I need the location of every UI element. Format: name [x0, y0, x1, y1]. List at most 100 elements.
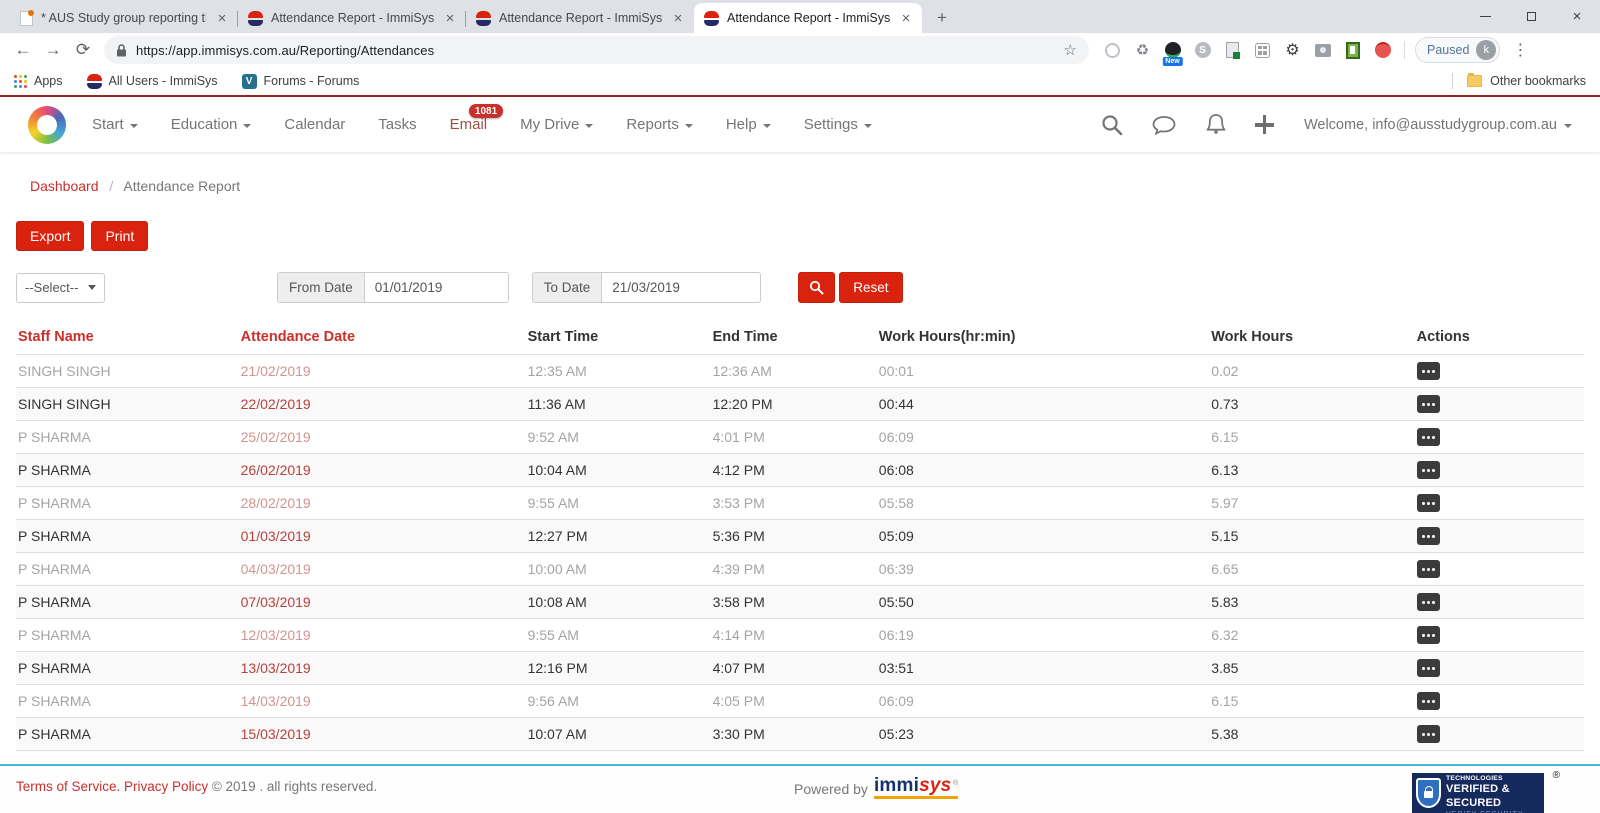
row-actions-button[interactable]	[1417, 593, 1440, 611]
attendance-date-cell: 04/03/2019	[239, 553, 526, 586]
document-favicon-icon	[20, 11, 33, 26]
welcome-label: Welcome, info@ausstudygroup.com.au	[1304, 117, 1557, 133]
bookmark-forums[interactable]: V Forums - Forums	[242, 74, 360, 89]
back-button[interactable]: ←	[8, 35, 38, 65]
adblock-extension-icon[interactable]: New	[1163, 41, 1182, 60]
footer-legal: Terms of Service. Privacy Policy © 2019 …	[16, 779, 377, 794]
work-hours-hm-cell: 06:08	[877, 454, 1209, 487]
nav-my-drive[interactable]: My Drive	[520, 116, 593, 133]
close-tab-icon[interactable]: ×	[442, 10, 458, 27]
col-attendance-date[interactable]: Attendance Date	[239, 321, 526, 355]
row-actions-button[interactable]	[1417, 725, 1440, 743]
terms-link[interactable]: Terms of Service.	[16, 779, 120, 794]
row-actions-button[interactable]	[1417, 527, 1440, 545]
ellipsis-icon	[1427, 634, 1430, 637]
ellipsis-icon	[1427, 502, 1430, 505]
address-bar[interactable]: https://app.immisys.com.au/Reporting/Att…	[104, 36, 1089, 64]
shield-lock-icon	[1416, 778, 1441, 808]
bookmark-all-users[interactable]: All Users - ImmiSys	[87, 74, 218, 89]
search-button[interactable]	[798, 272, 835, 303]
row-actions-button[interactable]	[1417, 560, 1440, 578]
chrome-menu-icon[interactable]: ⋮	[1508, 40, 1532, 60]
gear-extension-icon[interactable]: ⚙	[1283, 41, 1302, 60]
nav-education[interactable]: Education	[171, 116, 252, 133]
col-staff-name[interactable]: Staff Name	[16, 321, 239, 355]
profile-sync-paused-button[interactable]: Paused k	[1415, 37, 1500, 63]
row-actions-button[interactable]	[1417, 692, 1440, 710]
end-time-cell: 12:20 PM	[711, 388, 877, 421]
close-tab-icon[interactable]: ×	[214, 10, 230, 27]
tab-title: Attendance Report - ImmiSys	[727, 11, 890, 25]
from-date-input[interactable]	[364, 272, 509, 303]
minimize-button[interactable]	[1462, 0, 1508, 33]
starfield-security-badge[interactable]: STARFIELD TECHNOLOGIES VERIFIED & SECURE…	[1412, 773, 1544, 813]
new-tab-button[interactable]: +	[928, 4, 956, 32]
browser-tab-1[interactable]: * AUS Study group reporting tha ×	[10, 3, 238, 33]
end-time-cell: 4:05 PM	[711, 685, 877, 718]
nav-settings[interactable]: Settings	[804, 116, 872, 133]
staff-select-dropdown[interactable]: --Select--	[16, 273, 105, 303]
reload-button[interactable]: ⟳	[68, 35, 98, 65]
chat-icon[interactable]	[1151, 113, 1177, 137]
nav-help[interactable]: Help	[726, 116, 771, 133]
start-time-cell: 12:16 PM	[526, 652, 711, 685]
aus-study-group-logo[interactable]	[28, 106, 66, 144]
row-actions-button[interactable]	[1417, 461, 1440, 479]
breadcrumb-dashboard-link[interactable]: Dashboard	[30, 178, 99, 194]
start-time-cell: 10:08 AM	[526, 586, 711, 619]
attendance-table-body: SINGH SINGH 21/02/2019 12:35 AM 12:36 AM…	[16, 355, 1584, 751]
s-extension-icon[interactable]: S	[1193, 41, 1212, 60]
browser-tab-3[interactable]: Attendance Report - ImmiSys ×	[466, 3, 694, 33]
attendance-date-cell: 28/02/2019	[239, 487, 526, 520]
col-actions: Actions	[1415, 321, 1584, 355]
recycle-extension-icon[interactable]: ♻	[1133, 41, 1152, 60]
close-window-button[interactable]: ×	[1554, 0, 1600, 33]
forward-button[interactable]: →	[38, 35, 68, 65]
attendance-date-cell: 22/02/2019	[239, 388, 526, 421]
camera-extension-icon[interactable]	[1313, 41, 1332, 60]
row-actions-button[interactable]	[1417, 494, 1440, 512]
export-button[interactable]: Export	[16, 221, 84, 251]
nav-email[interactable]: Email 1081	[450, 116, 488, 133]
work-hours-hm-cell: 06:19	[877, 619, 1209, 652]
print-button[interactable]: Print	[91, 221, 148, 251]
grid-extension-icon[interactable]	[1253, 41, 1272, 60]
nav-reports[interactable]: Reports	[626, 116, 693, 133]
row-actions-button[interactable]	[1417, 362, 1440, 380]
row-actions-button[interactable]	[1417, 395, 1440, 413]
apps-shortcut[interactable]: Apps	[14, 74, 63, 88]
row-actions-button[interactable]	[1417, 626, 1440, 644]
search-icon[interactable]	[1100, 113, 1124, 137]
url-text[interactable]: https://app.immisys.com.au/Reporting/Att…	[136, 43, 434, 58]
restore-button[interactable]	[1508, 0, 1554, 33]
browser-tab-2[interactable]: Attendance Report - ImmiSys ×	[238, 3, 466, 33]
green-panel-extension-icon[interactable]	[1343, 41, 1362, 60]
row-actions-button[interactable]	[1417, 659, 1440, 677]
reset-button[interactable]: Reset	[839, 272, 902, 303]
work-hours-hm-cell: 06:09	[877, 421, 1209, 454]
bell-icon[interactable]	[1204, 112, 1228, 138]
other-bookmarks-button[interactable]: Other bookmarks	[1452, 73, 1586, 89]
browser-tab-4-active[interactable]: Attendance Report - ImmiSys ×	[694, 3, 922, 33]
close-tab-icon[interactable]: ×	[670, 10, 686, 27]
work-hours-cell: 5.15	[1209, 520, 1414, 553]
add-icon[interactable]	[1255, 115, 1274, 134]
document-extension-icon[interactable]	[1223, 41, 1242, 60]
attendance-date-cell: 25/02/2019	[239, 421, 526, 454]
nav-tasks[interactable]: Tasks	[378, 116, 416, 133]
privacy-link[interactable]: Privacy Policy	[124, 779, 208, 794]
work-hours-hm-cell: 05:09	[877, 520, 1209, 553]
row-actions-button[interactable]	[1417, 428, 1440, 446]
nav-calendar[interactable]: Calendar	[284, 116, 345, 133]
grey-circle-extension-icon[interactable]	[1103, 41, 1122, 60]
work-hours-cell: 6.32	[1209, 619, 1414, 652]
close-tab-icon[interactable]: ×	[898, 10, 914, 27]
immisys-logo[interactable]: immisys®	[874, 776, 958, 799]
ellipsis-icon	[1427, 436, 1430, 439]
bookmark-star-icon[interactable]: ☆	[1064, 41, 1077, 59]
end-time-cell: 4:01 PM	[711, 421, 877, 454]
user-menu[interactable]: Welcome, info@ausstudygroup.com.au	[1304, 117, 1572, 133]
to-date-input[interactable]	[601, 272, 761, 303]
nav-start[interactable]: Start	[92, 116, 138, 133]
orange-ball-extension-icon[interactable]	[1373, 41, 1392, 60]
